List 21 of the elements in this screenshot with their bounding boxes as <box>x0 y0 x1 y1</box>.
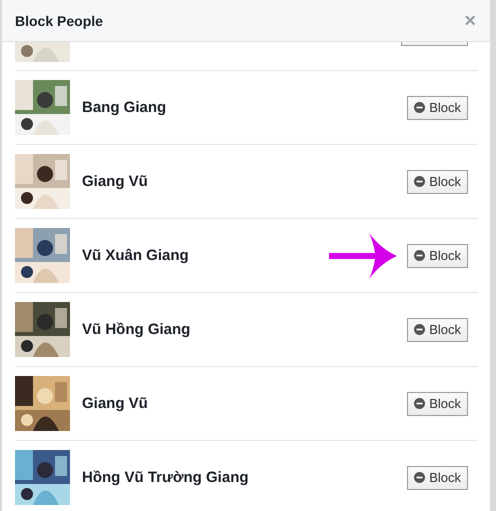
person-name: Giang Vũ <box>82 173 149 190</box>
block-button[interactable] <box>401 42 468 46</box>
block-button[interactable]: Block <box>407 170 468 194</box>
block-button[interactable]: Block <box>407 244 468 268</box>
person-name: Bang Giang <box>82 99 168 116</box>
person-name: Hồng Vũ Trường Giang <box>82 469 250 486</box>
minus-circle-icon <box>414 176 426 187</box>
minus-circle-icon <box>414 102 426 113</box>
block-button[interactable]: Block <box>407 318 468 342</box>
person-name: Giang Vũ <box>82 395 149 412</box>
person-name: Vũ Xuân Giang <box>82 247 190 264</box>
block-button[interactable]: Block <box>407 466 468 490</box>
minus-circle-icon <box>414 472 426 483</box>
minus-circle-icon <box>414 250 426 261</box>
minus-circle-icon <box>414 324 426 335</box>
block-button[interactable]: Block <box>407 96 468 120</box>
person-name: Vũ Hồng Giang <box>82 321 192 338</box>
pointer-arrow <box>329 232 398 278</box>
minus-circle-icon <box>414 398 426 409</box>
dialog-title: Block People <box>15 12 103 28</box>
block-button[interactable]: Block <box>407 392 468 416</box>
